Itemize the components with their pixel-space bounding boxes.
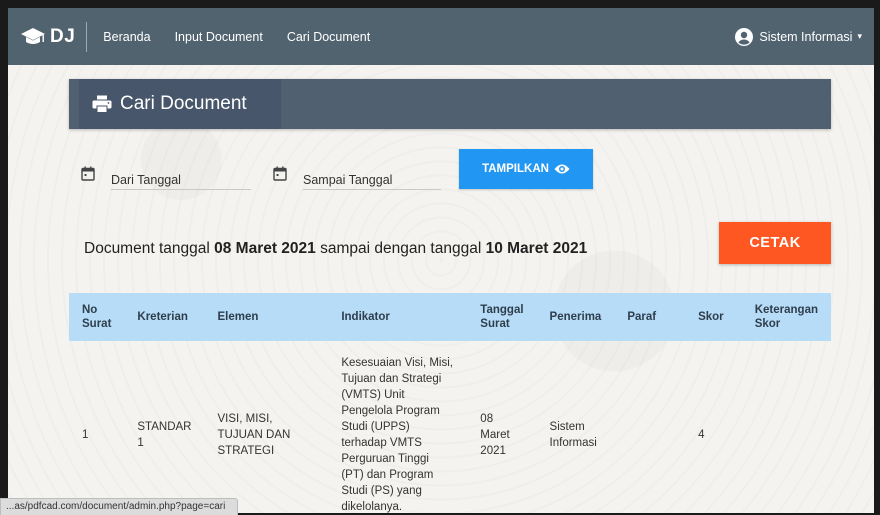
header-indikator[interactable]: Indikator — [328, 293, 468, 341]
summary-from-date: 08 Maret 2021 — [214, 240, 316, 257]
cell-indikator: Kesesuaian Visi, Misi, Tujuan dan Strate… — [341, 357, 453, 513]
to-date-input[interactable] — [303, 160, 441, 190]
table-header-row: No Surat Kreterian Elemen Indikator Tang… — [69, 293, 831, 341]
page-header: Cari Document — [79, 79, 281, 129]
cell-keterangan-skor — [742, 341, 831, 513]
user-name: Sistem Informasi — [759, 29, 853, 44]
caret-down-icon: ▾ — [857, 31, 862, 41]
from-date-input[interactable] — [111, 160, 251, 190]
date-range-summary: Document tanggal 08 Maret 2021 sampai de… — [84, 240, 587, 258]
header-no-surat[interactable]: No Surat — [69, 293, 125, 341]
table-row: 1 STANDAR 1 VISI, MISI, TUJUAN DAN STRAT… — [69, 341, 831, 513]
header-paraf[interactable]: Paraf — [614, 293, 686, 341]
nav-item-beranda[interactable]: Beranda — [103, 30, 150, 44]
nav-item-cari-document[interactable]: Cari Document — [287, 30, 370, 44]
cell-penerima: Sistem Informasi — [549, 421, 597, 449]
cell-paraf — [614, 341, 685, 513]
eye-icon — [554, 164, 570, 174]
header-elemen[interactable]: Elemen — [204, 293, 329, 341]
summary-middle: sampai dengan tanggal — [315, 240, 486, 257]
brand[interactable]: DJ — [8, 8, 75, 65]
nav-item-input-document[interactable]: Input Document — [175, 30, 263, 44]
header-penerima[interactable]: Penerima — [536, 293, 615, 341]
document-table: No Surat Kreterian Elemen Indikator Tang… — [69, 293, 831, 513]
cell-elemen: VISI, MISI, TUJUAN DAN STRATEGI — [217, 413, 291, 457]
status-bar-url: ...as/pdfcad.com/document/admin.php?page… — [0, 498, 238, 515]
show-button-label: TAMPILKAN — [482, 163, 549, 175]
user-menu[interactable]: Sistem Informasi ▾ — [735, 27, 874, 46]
cell-skor: 4 — [698, 429, 705, 441]
brand-divider — [86, 21, 88, 52]
user-circle-icon — [735, 27, 754, 46]
cell-no-surat: 1 — [82, 429, 89, 441]
show-button[interactable]: TAMPILKAN — [459, 149, 593, 189]
printer-icon — [92, 95, 112, 113]
graduation-cap-icon — [21, 27, 45, 44]
cell-kreterian: STANDAR 1 — [137, 421, 192, 449]
brand-text: DJ — [50, 25, 76, 47]
browser-viewport: DJ Beranda Input Document Cari Document … — [8, 8, 874, 513]
calendar-icon — [81, 166, 95, 181]
cell-tanggal-surat: 08 Maret 2021 — [480, 413, 510, 457]
page-title: Cari Document — [120, 93, 247, 114]
header-keterangan-skor[interactable]: Keterangan Skor — [741, 293, 831, 341]
navbar: DJ Beranda Input Document Cari Document … — [8, 8, 874, 65]
header-kreterian[interactable]: Kreterian — [124, 293, 205, 341]
page-header-card: Cari Document — [69, 79, 831, 129]
header-skor[interactable]: Skor — [685, 293, 742, 341]
summary-prefix: Document tanggal — [84, 240, 215, 257]
print-button[interactable]: CETAK — [719, 222, 831, 264]
to-date-field — [273, 160, 441, 190]
from-date-field — [81, 160, 251, 190]
header-tanggal-surat[interactable]: Tanggal Surat — [467, 293, 537, 341]
summary-to-date: 10 Maret 2021 — [485, 240, 588, 257]
calendar-icon — [273, 166, 287, 181]
